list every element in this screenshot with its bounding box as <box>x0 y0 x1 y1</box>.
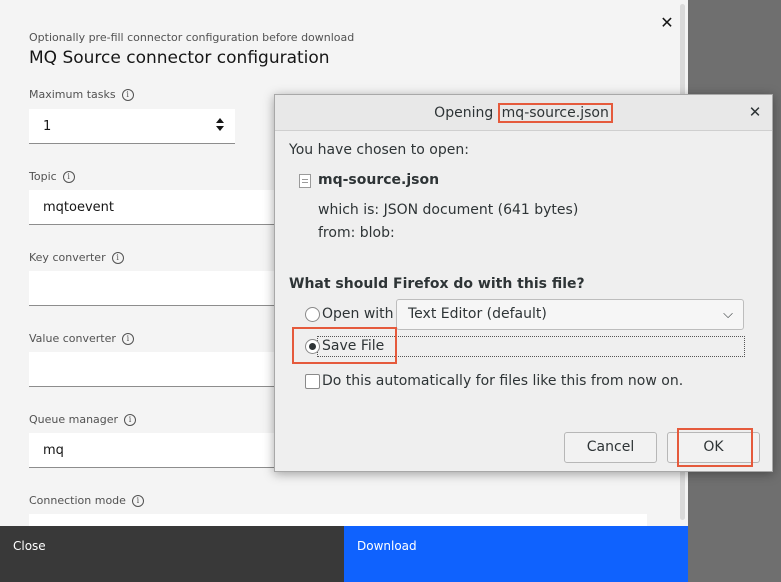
queue-manager-label: Queue manager i <box>29 413 137 426</box>
dialog-title-filename: mq-source.json <box>497 103 613 123</box>
dialog-title: Opening mq-source.json <box>275 95 772 131</box>
dialog-title-prefix: Opening <box>434 105 498 121</box>
file-source: from: blob: <box>318 225 395 241</box>
prefill-hint: Optionally pre-fill connector configurat… <box>29 31 355 44</box>
auto-action-label[interactable]: Do this automatically for files like thi… <box>322 373 683 389</box>
open-with-label[interactable]: Open with <box>322 306 394 322</box>
open-with-radio[interactable] <box>305 307 320 322</box>
cancel-button[interactable]: Cancel <box>564 432 657 463</box>
close-icon[interactable]: ✕ <box>657 13 677 33</box>
topic-label-text: Topic <box>29 170 57 183</box>
auto-action-checkbox[interactable] <box>305 374 320 389</box>
dialog-close-icon[interactable]: ✕ <box>746 103 764 121</box>
connection-mode-label-text: Connection mode <box>29 494 126 507</box>
chevron-down-icon: ⌵ <box>723 307 733 322</box>
open-with-app-select[interactable]: Text Editor (default) ⌵ <box>396 299 744 330</box>
info-icon[interactable]: i <box>131 494 144 507</box>
download-button[interactable]: Download <box>344 526 688 582</box>
key-converter-label-text: Key converter <box>29 251 106 264</box>
info-icon[interactable]: i <box>124 413 137 426</box>
value-converter-label-text: Value converter <box>29 332 116 345</box>
max-tasks-label-text: Maximum tasks <box>29 88 116 101</box>
file-open-dialog: Opening mq-source.json ✕ You have chosen… <box>274 94 773 472</box>
max-tasks-label: Maximum tasks i <box>29 88 134 101</box>
open-with-app-value: Text Editor (default) <box>408 306 547 322</box>
file-type-info: which is: JSON document (641 bytes) <box>318 202 579 218</box>
panel-footer: Close Download <box>0 526 688 582</box>
panel-title: MQ Source connector configuration <box>29 48 330 68</box>
queue-manager-label-text: Queue manager <box>29 413 119 426</box>
ok-annotation-box <box>677 428 753 467</box>
save-file-annotation-box <box>292 327 397 364</box>
close-button[interactable]: Close <box>0 526 344 582</box>
info-icon[interactable]: i <box>111 251 124 264</box>
file-icon <box>299 174 311 188</box>
file-name: mq-source.json <box>318 172 440 188</box>
connection-mode-input[interactable] <box>29 514 647 526</box>
max-tasks-value: 1 <box>43 119 52 134</box>
info-icon[interactable]: i <box>121 88 134 101</box>
topic-label: Topic i <box>29 170 75 183</box>
info-icon[interactable]: i <box>62 170 75 183</box>
connection-mode-label: Connection mode i <box>29 494 144 507</box>
queue-manager-value: mq <box>43 443 64 458</box>
stepper-up-icon[interactable] <box>216 118 224 123</box>
stepper-down-icon[interactable] <box>216 126 224 131</box>
topic-value: mqtoevent <box>43 200 114 215</box>
number-stepper[interactable] <box>215 118 225 134</box>
info-icon[interactable]: i <box>121 332 134 345</box>
max-tasks-input[interactable]: 1 <box>29 109 235 144</box>
chosen-to-open-text: You have chosen to open: <box>289 142 469 158</box>
key-converter-label: Key converter i <box>29 251 124 264</box>
value-converter-label: Value converter i <box>29 332 134 345</box>
dialog-titlebar: Opening mq-source.json ✕ <box>275 95 772 131</box>
action-question: What should Firefox do with this file? <box>289 276 585 292</box>
